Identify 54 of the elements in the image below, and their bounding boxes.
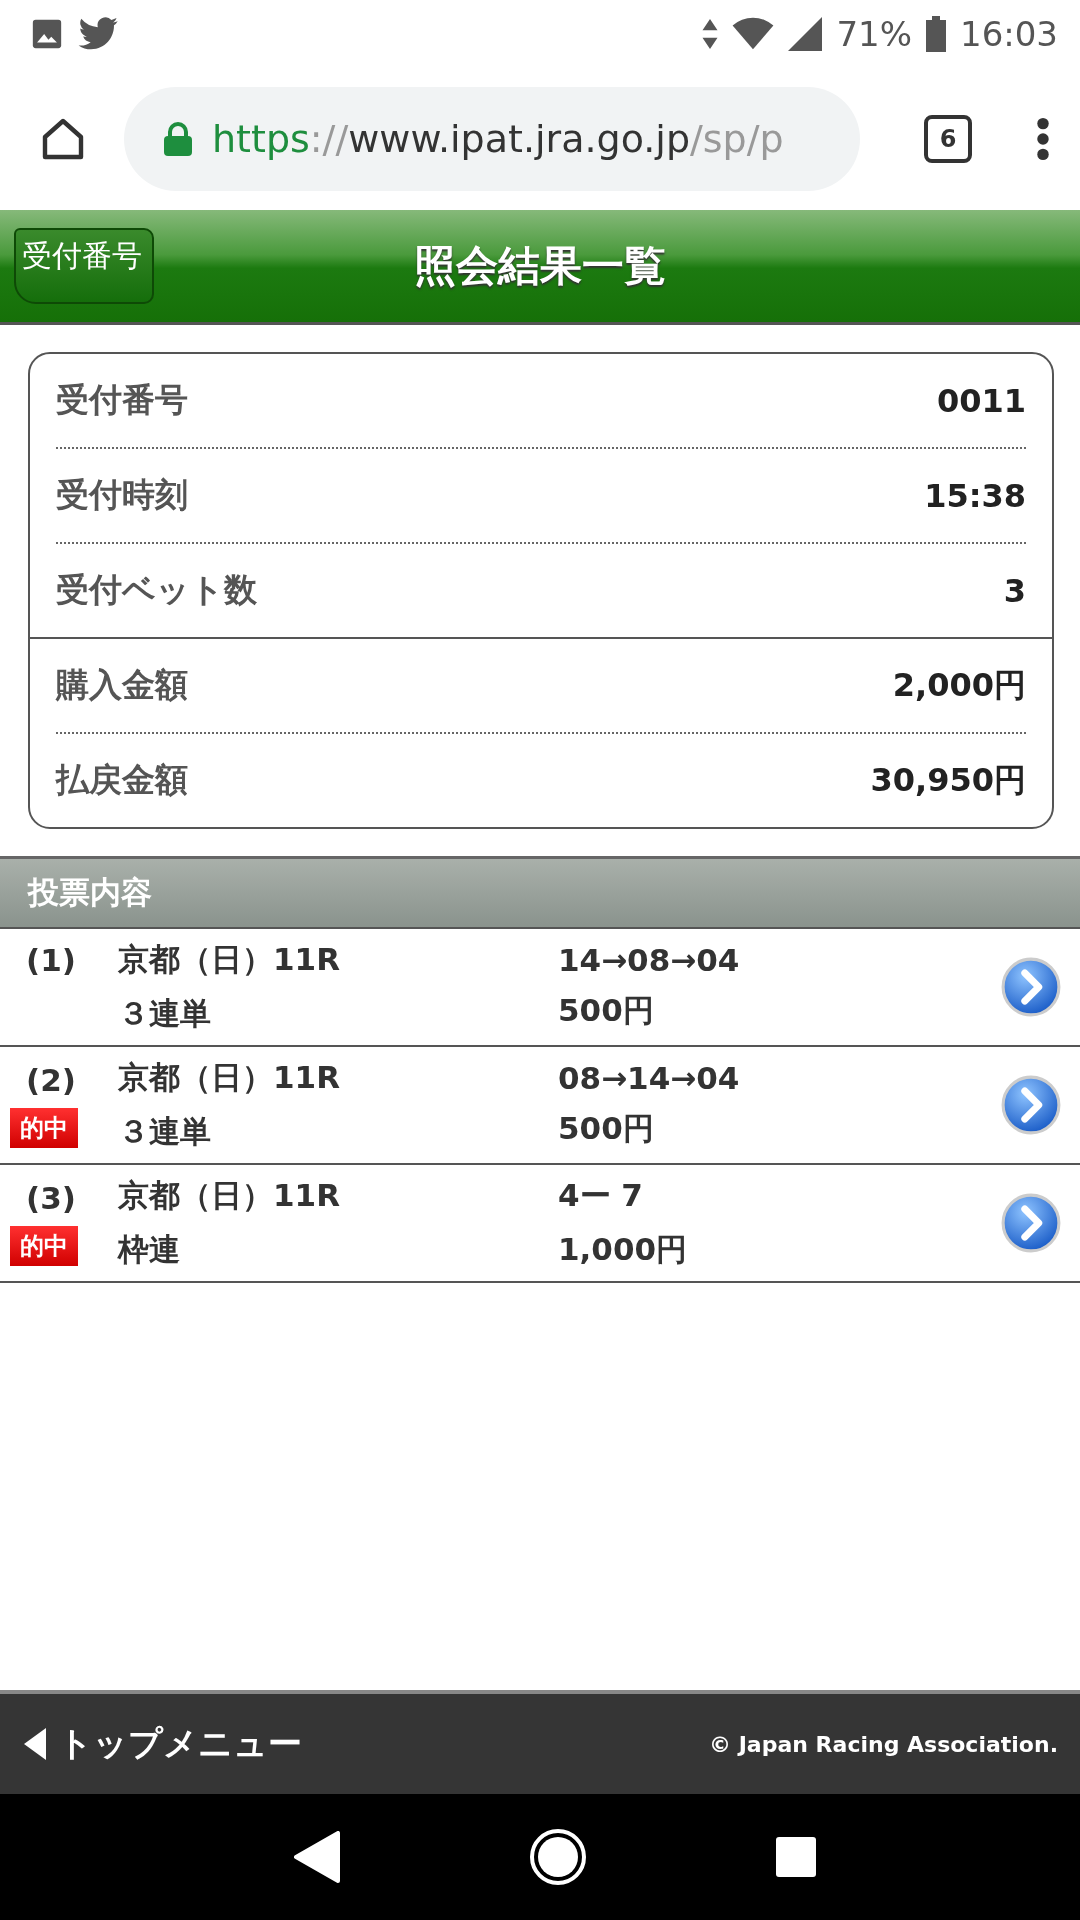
bet-combination: 14→08→04: [558, 942, 741, 978]
bet-type: ３連単: [118, 994, 212, 1033]
bet-combination: 4ー 7: [558, 1176, 644, 1215]
back-icon[interactable]: [294, 1831, 341, 1883]
bet-type: ３連単: [118, 1112, 212, 1151]
bird-icon: [78, 16, 120, 51]
bet-amount: 500円: [558, 991, 655, 1030]
battery-icon: [926, 15, 946, 52]
copyright: © Japan Racing Association.: [709, 1731, 1058, 1757]
summary-label: 受付時刻: [56, 474, 188, 516]
bet-number: (1): [25, 942, 76, 978]
bet-combination: 08→14→04: [558, 1060, 741, 1096]
bet-type: 枠連: [118, 1230, 181, 1269]
url-text: https://www.ipat.jra.go.jp/sp/p: [212, 116, 784, 161]
hit-badge: 的中: [10, 1226, 78, 1266]
wifi-icon: [732, 16, 775, 51]
summary-label: 払戻金額: [56, 759, 188, 801]
section-title: 投票内容: [28, 873, 152, 912]
hit-badge: 的中: [10, 1108, 78, 1148]
top-menu-link[interactable]: トップメニュー: [24, 1721, 302, 1767]
summary-value: 2,000円: [892, 664, 1026, 706]
bet-number: (3): [25, 1180, 76, 1216]
bet-row[interactable]: (2) 的中 京都（日）11R ３連単 08→14→04 500円: [0, 1047, 1080, 1165]
race-name: 京都（日）11R: [118, 1058, 341, 1097]
bet-amount: 1,000円: [558, 1230, 689, 1269]
chevron-icon[interactable]: [1000, 1074, 1062, 1136]
tab-count-button[interactable]: 6: [924, 114, 972, 163]
race-name: 京都（日）11R: [118, 1176, 341, 1215]
bet-row[interactable]: (1) 京都（日）11R ３連単 14→08→04 500円: [0, 929, 1080, 1047]
home-icon[interactable]: [529, 1828, 587, 1886]
clock: 16:03: [960, 13, 1058, 54]
page-title: 照会結果一覧: [414, 240, 666, 292]
address-bar[interactable]: https://www.ipat.jra.go.jp/sp/p: [124, 86, 860, 191]
battery-percent: 71%: [836, 13, 912, 54]
summary-value: 15:38: [924, 476, 1026, 515]
back-button[interactable]: 受付番号: [14, 228, 154, 304]
triangle-icon: [24, 1728, 46, 1760]
race-name: 京都（日）11R: [118, 940, 341, 979]
summary-value: 0011: [936, 381, 1026, 420]
bet-amount: 500円: [558, 1109, 655, 1148]
recents-icon[interactable]: [775, 1837, 816, 1877]
lock-icon: [164, 121, 192, 156]
summary-label: 受付ベット数: [56, 569, 257, 611]
summary-label: 受付番号: [56, 379, 188, 421]
bet-row[interactable]: (3) 的中 京都（日）11R 枠連 4ー 7 1,000円: [0, 1165, 1080, 1283]
summary-value: 30,950円: [870, 759, 1026, 801]
signal-icon: [788, 16, 823, 51]
data-arrows-icon: [702, 18, 719, 49]
chevron-icon[interactable]: [1000, 1192, 1062, 1254]
summary-label: 購入金額: [56, 664, 188, 706]
chevron-icon[interactable]: [1000, 956, 1062, 1018]
summary-value: 3: [1003, 571, 1026, 610]
bet-number: (2): [25, 1062, 76, 1098]
more-icon[interactable]: [1036, 116, 1050, 161]
